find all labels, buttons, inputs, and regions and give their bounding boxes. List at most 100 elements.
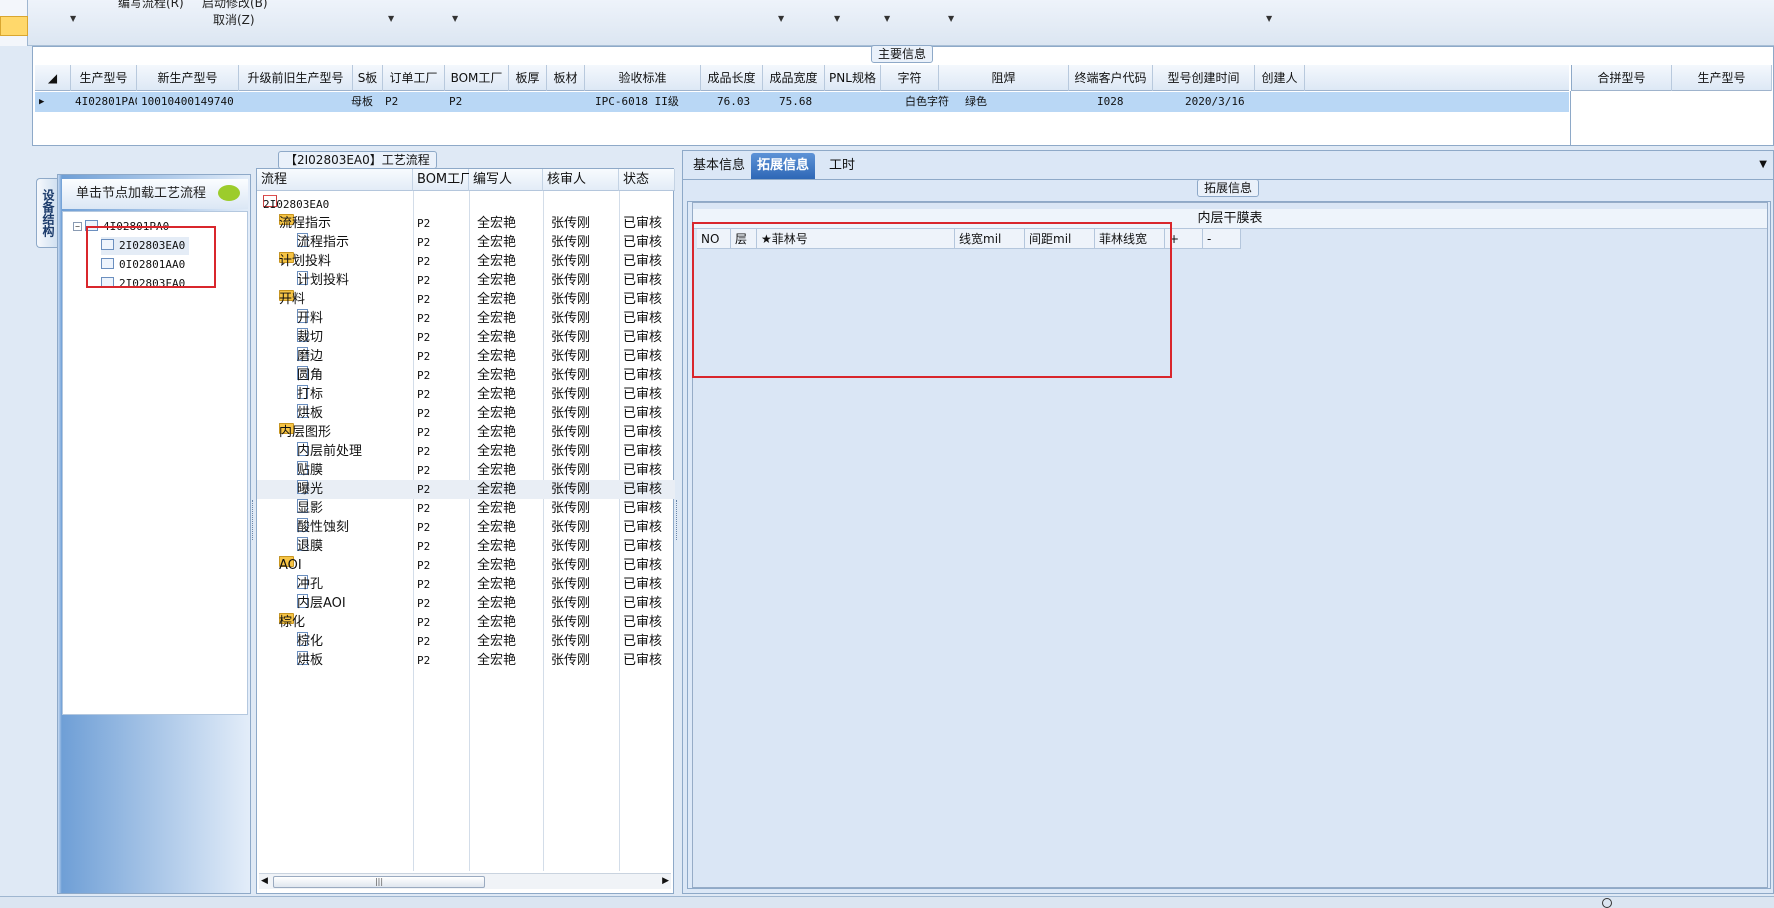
cell[interactable] <box>547 92 585 112</box>
flow-step-row[interactable]: 贴膜 P2 全宏艳 张传刚 已审核 <box>257 461 675 480</box>
dropdown-arrow-icon[interactable]: ▼ <box>70 14 76 23</box>
cell[interactable]: 2020/3/16 <box>1181 92 1253 112</box>
cancel-button[interactable]: 取消(Z) <box>213 11 255 28</box>
cell[interactable]: 白色字符 <box>901 92 961 112</box>
col-header[interactable]: S板 <box>353 65 383 91</box>
col-header[interactable]: BOM工厂 <box>445 65 509 91</box>
flow-group-row[interactable]: −棕化P2全宏艳张传刚已审核 <box>257 613 675 632</box>
flow-group-row[interactable]: −计划投料P2全宏艳张传刚已审核 <box>257 252 675 271</box>
tab-device-structure[interactable]: 设备结构 <box>36 178 58 248</box>
col-header[interactable]: PNL规格 <box>825 65 881 91</box>
flow-group-row[interactable]: −内层图形P2全宏艳张传刚已审核 <box>257 423 675 442</box>
flow-step-row[interactable]: 酸性蚀刻 P2 全宏艳 张传刚 已审核 <box>257 518 675 537</box>
cell[interactable]: P2 <box>445 92 509 112</box>
col-header[interactable]: 创建人 <box>1255 65 1305 91</box>
dropdown-arrow-icon[interactable]: ▼ <box>948 14 954 23</box>
cell[interactable]: 10010400149740 <box>137 92 239 112</box>
tab-extended-info[interactable]: 拓展信息 <box>751 153 816 179</box>
col-header[interactable]: 生产型号 <box>71 65 137 91</box>
table-row[interactable]: ▶ 4I02801PA0 10010400149740 母板 P2 P2 IPC… <box>35 92 1569 112</box>
cell[interactable]: 母板 <box>347 92 383 112</box>
flow-reviewer-cell: 张传刚 <box>551 558 591 573</box>
dropdown-arrow-icon[interactable]: ▼ <box>884 14 890 23</box>
col-header[interactable]: 生产型号 <box>1672 65 1772 91</box>
flow-step-row[interactable]: 退膜 P2 全宏艳 张传刚 已审核 <box>257 537 675 556</box>
dropdown-arrow-icon[interactable]: ▼ <box>388 14 394 23</box>
cell[interactable]: I028 <box>1093 92 1153 112</box>
cell[interactable]: 绿色 <box>961 92 1071 112</box>
col-header[interactable]: 成品长度 <box>701 65 763 91</box>
flow-group-row[interactable]: −流程指示P2全宏艳张传刚已审核 <box>257 214 675 233</box>
col-header[interactable]: 合拼型号 <box>1572 65 1672 91</box>
splitter-handle[interactable] <box>676 500 679 540</box>
tab-basic-info[interactable]: 基本信息 <box>687 153 751 179</box>
flow-step-row[interactable]: 裁切 P2 全宏艳 张传刚 已审核 <box>257 328 675 347</box>
flow-step-row[interactable]: 内层前处理 P2 全宏艳 张传刚 已审核 <box>257 442 675 461</box>
cell[interactable] <box>825 92 881 112</box>
col-header[interactable]: 板材 <box>547 65 585 91</box>
col-header[interactable]: 核审人 <box>543 169 619 191</box>
col-header[interactable]: 终端客户代码 <box>1069 65 1153 91</box>
splitter-handle[interactable] <box>252 500 255 540</box>
start-modify-button[interactable]: 启动修改(B) <box>202 0 268 11</box>
horizontal-scrollbar[interactable]: ◀ ||| ▶ <box>259 873 671 889</box>
collapse-icon[interactable]: − <box>73 222 82 231</box>
flow-step-row[interactable]: 棕化 P2 全宏艳 张传刚 已审核 <box>257 632 675 651</box>
col-header[interactable]: BOM工厂 <box>413 169 473 191</box>
flow-status-cell: 已审核 <box>623 577 663 592</box>
dropdown-arrow-icon[interactable]: ▼ <box>778 14 784 23</box>
col-header[interactable]: 阻焊 <box>939 65 1069 91</box>
scroll-thumb[interactable]: ||| <box>273 876 485 888</box>
edit-flow-button[interactable]: 编写流程(R) <box>118 0 184 11</box>
cell[interactable]: 76.03 <box>713 92 769 112</box>
dropdown-arrow-icon[interactable]: ▼ <box>1759 159 1767 170</box>
ribbon-selected-item[interactable] <box>0 16 28 36</box>
col-header[interactable]: 新生产型号 <box>137 65 239 91</box>
tab-work-hours[interactable]: 工时 <box>823 153 861 179</box>
scroll-left-icon[interactable]: ◀ <box>261 876 268 886</box>
flow-writer-cell: 全宏艳 <box>477 615 517 630</box>
flow-name: 计划投料 <box>297 273 350 288</box>
flow-step-row[interactable]: 磨边 P2 全宏艳 张传刚 已审核 <box>257 347 675 366</box>
flow-reviewer-cell: 张传刚 <box>551 216 591 231</box>
flow-step-row[interactable]: 烘板 P2 全宏艳 张传刚 已审核 <box>257 404 675 423</box>
flow-status-cell: 已审核 <box>623 539 663 554</box>
flow-root-row[interactable]: −2I02803EA0 <box>257 195 675 214</box>
dropdown-arrow-icon[interactable]: ▼ <box>1266 14 1272 23</box>
cell[interactable]: 75.68 <box>775 92 831 112</box>
flow-step-row[interactable]: 曝光 P2 全宏艳 张传刚 已审核 <box>257 480 675 499</box>
flow-writer-cell: 全宏艳 <box>477 539 517 554</box>
flow-step-row[interactable]: 流程指示 P2 全宏艳 张传刚 已审核 <box>257 233 675 252</box>
flow-group-row[interactable]: −开料P2全宏艳张传刚已审核 <box>257 290 675 309</box>
col-header[interactable]: 流程 <box>257 169 413 191</box>
flow-step-row[interactable]: 计划投料 P2 全宏艳 张传刚 已审核 <box>257 271 675 290</box>
remove-row-button[interactable]: - <box>1203 229 1241 249</box>
col-header[interactable]: 订单工厂 <box>383 65 445 91</box>
col-header[interactable]: 状态 <box>619 169 675 191</box>
dropdown-arrow-icon[interactable]: ▼ <box>452 14 458 23</box>
flow-step-row[interactable]: 显影 P2 全宏艳 张传刚 已审核 <box>257 499 675 518</box>
col-header[interactable]: 成品宽度 <box>763 65 825 91</box>
flow-step-row[interactable]: 烘板 P2 全宏艳 张传刚 已审核 <box>257 651 675 670</box>
flow-step-row[interactable]: 开料 P2 全宏艳 张传刚 已审核 <box>257 309 675 328</box>
dropdown-arrow-icon[interactable]: ▼ <box>834 14 840 23</box>
col-header[interactable]: 字符 <box>881 65 939 91</box>
col-header[interactable]: 型号创建时间 <box>1153 65 1255 91</box>
flow-bom-cell: P2 <box>417 388 431 401</box>
cell[interactable] <box>239 92 353 112</box>
col-header[interactable]: 板厚 <box>509 65 547 91</box>
flow-group-row[interactable]: −AOIP2全宏艳张传刚已审核 <box>257 556 675 575</box>
cell[interactable]: 4I02801PA0 <box>71 92 137 112</box>
flow-step-row[interactable]: 冲孔 P2 全宏艳 张传刚 已审核 <box>257 575 675 594</box>
cell[interactable]: IPC-6018 II级 <box>591 92 703 112</box>
cell[interactable] <box>1255 92 1305 112</box>
flow-step-row[interactable]: 打标 P2 全宏艳 张传刚 已审核 <box>257 385 675 404</box>
col-header[interactable]: 验收标准 <box>585 65 701 91</box>
cell[interactable]: P2 <box>381 92 443 112</box>
scroll-right-icon[interactable]: ▶ <box>662 876 669 886</box>
col-header[interactable]: 编写人 <box>469 169 543 191</box>
col-header[interactable]: 升级前旧生产型号 <box>239 65 353 91</box>
flow-step-row[interactable]: 内层AOI P2 全宏艳 张传刚 已审核 <box>257 594 675 613</box>
flow-step-row[interactable]: 圆角 P2 全宏艳 张传刚 已审核 <box>257 366 675 385</box>
cell[interactable] <box>509 92 547 112</box>
